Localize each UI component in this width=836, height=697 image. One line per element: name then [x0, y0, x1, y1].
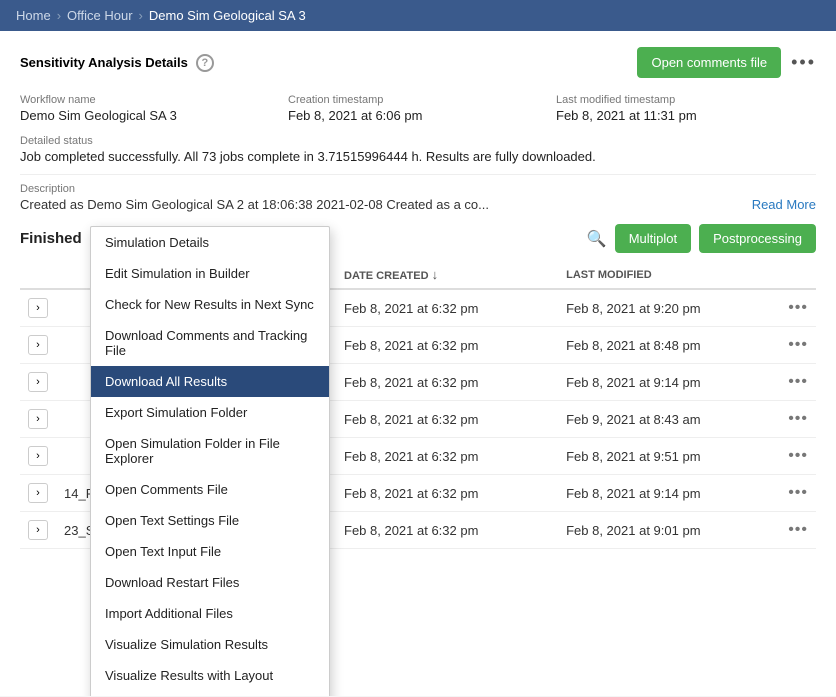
- row-last-modified: Feb 8, 2021 at 9:51 pm: [558, 438, 780, 475]
- col-expand: [20, 261, 56, 289]
- breadcrumb-current: Demo Sim Geological SA 3: [149, 8, 306, 23]
- menu-item-open-text-settings[interactable]: Open Text Settings File: [91, 505, 329, 536]
- expand-btn[interactable]: ›: [28, 446, 48, 466]
- row-dots-menu[interactable]: •••: [788, 484, 808, 502]
- row-dots-menu[interactable]: •••: [788, 299, 808, 317]
- menu-item-edit-simulation[interactable]: Edit Simulation in Builder: [91, 258, 329, 289]
- toolbar-right: 🔍 Multiplot Postprocessing: [587, 224, 816, 253]
- sort-arrow-icon: ↓: [432, 267, 439, 282]
- page-dots-menu[interactable]: •••: [791, 52, 816, 73]
- row-dots-menu[interactable]: •••: [788, 336, 808, 354]
- row-dots-menu[interactable]: •••: [788, 521, 808, 539]
- row-last-modified: Feb 8, 2021 at 9:01 pm: [558, 512, 780, 549]
- breadcrumb: Home › Office Hour › Demo Sim Geological…: [0, 0, 836, 31]
- menu-item-visualize-results[interactable]: Visualize Simulation Results: [91, 629, 329, 660]
- row-date-created: Feb 8, 2021 at 6:32 pm: [336, 401, 558, 438]
- expand-btn[interactable]: ›: [28, 335, 48, 355]
- page-title: Sensitivity Analysis Details ?: [20, 54, 214, 72]
- open-comments-button[interactable]: Open comments file: [637, 47, 781, 78]
- metadata-grid: Workflow name Demo Sim Geological SA 3 C…: [20, 94, 816, 123]
- menu-item-open-folder-explorer[interactable]: Open Simulation Folder in File Explorer: [91, 428, 329, 474]
- help-icon[interactable]: ?: [196, 54, 214, 72]
- breadcrumb-home[interactable]: Home: [16, 8, 51, 23]
- description-content: Description Created as Demo Sim Geologic…: [20, 183, 489, 212]
- row-dots-menu[interactable]: •••: [788, 373, 808, 391]
- row-last-modified: Feb 8, 2021 at 9:14 pm: [558, 475, 780, 512]
- row-dots-menu[interactable]: •••: [788, 447, 808, 465]
- header-actions: Open comments file •••: [637, 47, 816, 78]
- expand-btn[interactable]: ›: [28, 372, 48, 392]
- finished-label: Finished: [20, 230, 82, 247]
- header-row: Sensitivity Analysis Details ? Open comm…: [20, 47, 816, 78]
- postprocessing-button[interactable]: Postprocessing: [699, 224, 816, 253]
- menu-item-export-folder[interactable]: Export Simulation Folder: [91, 397, 329, 428]
- menu-item-import-additional[interactable]: Import Additional Files: [91, 598, 329, 629]
- expand-btn[interactable]: ›: [28, 409, 48, 429]
- read-more-link[interactable]: Read More: [752, 183, 816, 212]
- menu-item-download-restart[interactable]: Download Restart Files: [91, 567, 329, 598]
- menu-item-open-text-input[interactable]: Open Text Input File: [91, 536, 329, 567]
- workflow-name-field: Workflow name Demo Sim Geological SA 3: [20, 94, 280, 123]
- row-last-modified: Feb 9, 2021 at 8:43 am: [558, 401, 780, 438]
- row-date-created: Feb 8, 2021 at 6:32 pm: [336, 327, 558, 364]
- row-last-modified: Feb 8, 2021 at 9:14 pm: [558, 364, 780, 401]
- row-last-modified: Feb 8, 2021 at 9:20 pm: [558, 289, 780, 327]
- row-date-created: Feb 8, 2021 at 6:32 pm: [336, 438, 558, 475]
- row-date-created: Feb 8, 2021 at 6:32 pm: [336, 475, 558, 512]
- row-last-modified: Feb 8, 2021 at 8:48 pm: [558, 327, 780, 364]
- menu-item-download-all[interactable]: Download All Results: [91, 366, 329, 397]
- expand-btn[interactable]: ›: [28, 483, 48, 503]
- breadcrumb-office-hour[interactable]: Office Hour: [67, 8, 133, 23]
- menu-item-download-comments[interactable]: Download Comments and Tracking File: [91, 320, 329, 366]
- row-date-created: Feb 8, 2021 at 6:32 pm: [336, 512, 558, 549]
- description-row: Description Created as Demo Sim Geologic…: [20, 174, 816, 212]
- menu-item-create-sensitivity[interactable]: Create Sensitivity Analysis: [91, 691, 329, 696]
- expand-btn[interactable]: ›: [28, 520, 48, 540]
- multiplot-button[interactable]: Multiplot: [615, 224, 691, 253]
- col-actions: [780, 261, 816, 289]
- search-button[interactable]: 🔍: [587, 229, 607, 249]
- main-content: Sensitivity Analysis Details ? Open comm…: [0, 31, 836, 696]
- menu-item-simulation-details[interactable]: Simulation Details: [91, 227, 329, 258]
- creation-timestamp-field: Creation timestamp Feb 8, 2021 at 6:06 p…: [288, 94, 548, 123]
- detailed-status: Detailed status Job completed successful…: [20, 135, 816, 164]
- row-date-created: Feb 8, 2021 at 6:32 pm: [336, 364, 558, 401]
- context-menu: Simulation Details Edit Simulation in Bu…: [90, 226, 330, 696]
- modified-timestamp-field: Last modified timestamp Feb 8, 2021 at 1…: [556, 94, 816, 123]
- col-last-modified: LAST MODIFIED: [558, 261, 780, 289]
- expand-btn[interactable]: ›: [28, 298, 48, 318]
- col-date-created[interactable]: DATE CREATED ↓: [336, 261, 558, 289]
- row-date-created: Feb 8, 2021 at 6:32 pm: [336, 289, 558, 327]
- menu-item-check-new-results[interactable]: Check for New Results in Next Sync: [91, 289, 329, 320]
- menu-item-visualize-layout[interactable]: Visualize Results with Layout: [91, 660, 329, 691]
- menu-item-open-comments[interactable]: Open Comments File: [91, 474, 329, 505]
- row-dots-menu[interactable]: •••: [788, 410, 808, 428]
